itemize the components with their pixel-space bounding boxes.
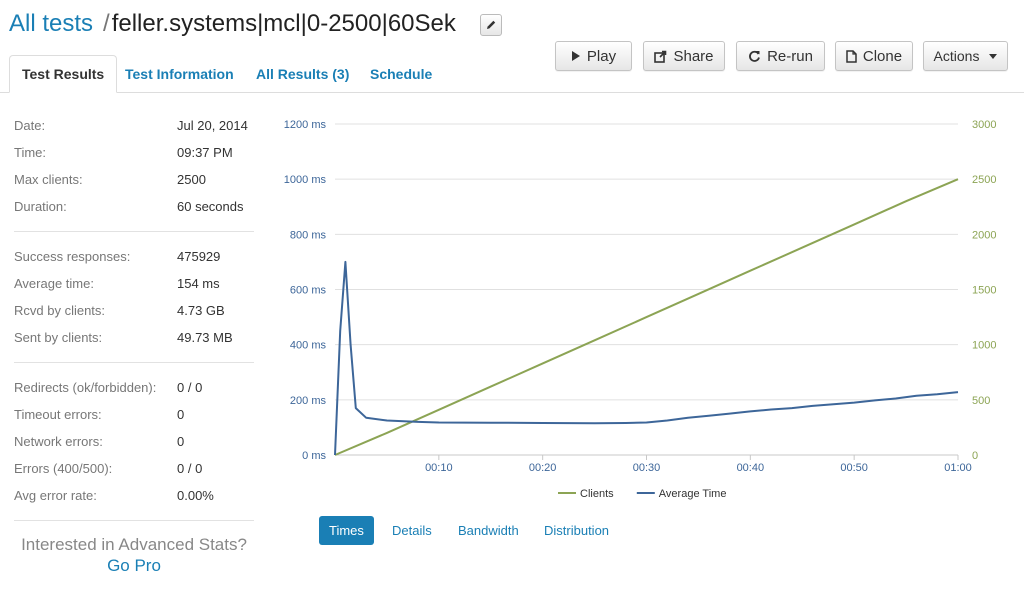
all-tests-link[interactable]: All tests <box>9 10 93 37</box>
tab-all-results[interactable]: All Results (3) <box>244 55 361 93</box>
tab-schedule[interactable]: Schedule <box>358 55 444 93</box>
stat-row: Sent by clients: 49.73 MB <box>14 328 254 348</box>
rerun-label: Re-run <box>767 47 813 65</box>
x-tick-label: 01:00 <box>944 462 972 474</box>
stat-label: Timeout errors: <box>14 407 102 422</box>
stats-divider <box>14 231 254 232</box>
stat-value: Jul 20, 2014 <box>177 118 248 133</box>
stat-label: Avg error rate: <box>14 488 97 503</box>
share-label: Share <box>673 47 714 65</box>
promo-box: Interested in Advanced Stats? Go Pro <box>14 534 254 576</box>
stat-label: Duration: <box>14 199 67 214</box>
stat-label: Average time: <box>14 276 94 291</box>
y-left-tick-label: 200 ms <box>290 395 327 407</box>
x-tick-label: 00:30 <box>633 462 661 474</box>
edit-name-button[interactable] <box>480 14 502 36</box>
stat-value: 0 <box>177 407 185 422</box>
stat-label: Success responses: <box>14 249 131 264</box>
clone-label: Clone <box>862 47 903 65</box>
stat-label: Errors (400/500): <box>14 461 113 476</box>
page-title: feller.systems|mcl|0-2500|60Sek <box>111 10 456 37</box>
rerun-button[interactable]: Re-run <box>736 41 825 71</box>
stat-row: Network errors: 0 <box>14 432 254 452</box>
stat-value: 2500 <box>177 172 206 187</box>
y-right-tick-label: 2000 <box>972 229 996 241</box>
y-right-tick-label: 3000 <box>972 119 996 131</box>
stat-row: Errors (400/500): 0 / 0 <box>14 459 254 479</box>
x-tick-label: 00:20 <box>529 462 557 474</box>
stat-value: 09:37 PM <box>177 145 233 160</box>
stat-label: Sent by clients: <box>14 330 103 345</box>
stats-divider <box>14 362 254 363</box>
actions-label: Actions <box>933 48 980 64</box>
play-icon <box>571 51 580 61</box>
series-line-average-time <box>334 260 959 456</box>
subtab-distribution[interactable]: Distribution <box>534 516 619 545</box>
stat-row: Rcvd by clients: 4.73 GB <box>14 301 254 321</box>
stat-value: 0 / 0 <box>177 461 203 476</box>
series-line-clients <box>334 178 959 456</box>
stat-row: Date: Jul 20, 2014 <box>14 116 254 136</box>
stat-label: Redirects (ok/forbidden): <box>14 380 157 395</box>
y-left-tick-label: 400 ms <box>290 340 327 352</box>
stat-row: Max clients: 2500 <box>14 170 254 190</box>
subtab-bandwidth[interactable]: Bandwidth <box>448 516 529 545</box>
share-icon <box>654 50 667 63</box>
legend-label: Average Time <box>659 488 727 500</box>
promo-text: Interested in Advanced Stats? <box>21 535 247 554</box>
y-left-tick-label: 1200 ms <box>284 119 327 131</box>
y-right-tick-label: 1000 <box>972 340 996 352</box>
stat-row: Average time: 154 ms <box>14 274 254 294</box>
y-right-tick-label: 1500 <box>972 285 996 297</box>
stat-label: Rcvd by clients: <box>14 303 106 318</box>
x-tick-label: 00:40 <box>737 462 765 474</box>
stat-value: 0 / 0 <box>177 380 203 395</box>
stat-label: Network errors: <box>14 434 103 449</box>
y-left-tick-label: 800 ms <box>290 229 327 241</box>
stat-value: 49.73 MB <box>177 330 233 345</box>
stat-row: Time: 09:37 PM <box>14 143 254 163</box>
play-label: Play <box>586 47 617 65</box>
stat-row: Avg error rate: 0.00% <box>14 486 254 506</box>
breadcrumb-separator: / <box>103 10 110 37</box>
stat-row: Redirects (ok/forbidden): 0 / 0 <box>14 378 254 398</box>
stat-value: 60 seconds <box>177 199 244 214</box>
stat-label: Max clients: <box>14 172 83 187</box>
stats-divider <box>14 520 254 521</box>
actions-dropdown[interactable]: Actions <box>923 41 1008 71</box>
stat-value: 475929 <box>177 249 221 264</box>
x-tick-label: 00:50 <box>840 462 868 474</box>
play-button[interactable]: Play <box>555 41 632 71</box>
y-right-tick-label: 0 <box>972 450 978 462</box>
stat-value: 0.00% <box>177 488 214 503</box>
subtab-details[interactable]: Details <box>382 516 442 545</box>
y-left-tick-label: 1000 ms <box>284 174 327 186</box>
share-button[interactable]: Share <box>643 41 725 71</box>
y-left-tick-label: 0 ms <box>302 450 326 462</box>
breadcrumb: All tests /feller.systems|mcl|0-2500|60Se… <box>9 8 456 40</box>
tab-test-information[interactable]: Test Information <box>113 55 246 93</box>
stat-value: 154 ms <box>177 276 220 291</box>
document-icon <box>846 49 857 63</box>
stat-label: Time: <box>14 145 47 160</box>
chevron-down-icon <box>989 53 998 59</box>
y-right-tick-label: 2500 <box>972 174 996 186</box>
x-tick-label: 00:10 <box>425 462 453 474</box>
stat-row: Success responses: 475929 <box>14 247 254 267</box>
stat-row: Timeout errors: 0 <box>14 405 254 425</box>
stat-label: Date: <box>14 118 46 133</box>
response-time-chart: 0 ms 0 200 ms 500 400 ms 1000 600 ms 1500 800 ms… <box>284 119 997 500</box>
stat-value: 0 <box>177 434 185 449</box>
pencil-icon <box>487 20 496 29</box>
tab-test-results[interactable]: Test Results <box>9 55 118 93</box>
go-pro-link[interactable]: Go Pro <box>14 555 254 576</box>
y-right-tick-label: 500 <box>972 395 990 407</box>
clone-button[interactable]: Clone <box>835 41 913 71</box>
stat-row: Duration: 60 seconds <box>14 197 254 217</box>
subtab-times[interactable]: Times <box>319 516 374 545</box>
y-left-tick-label: 600 ms <box>290 285 327 297</box>
refresh-icon <box>749 50 760 62</box>
legend-label: Clients <box>580 488 614 500</box>
stat-value: 4.73 GB <box>177 303 225 318</box>
